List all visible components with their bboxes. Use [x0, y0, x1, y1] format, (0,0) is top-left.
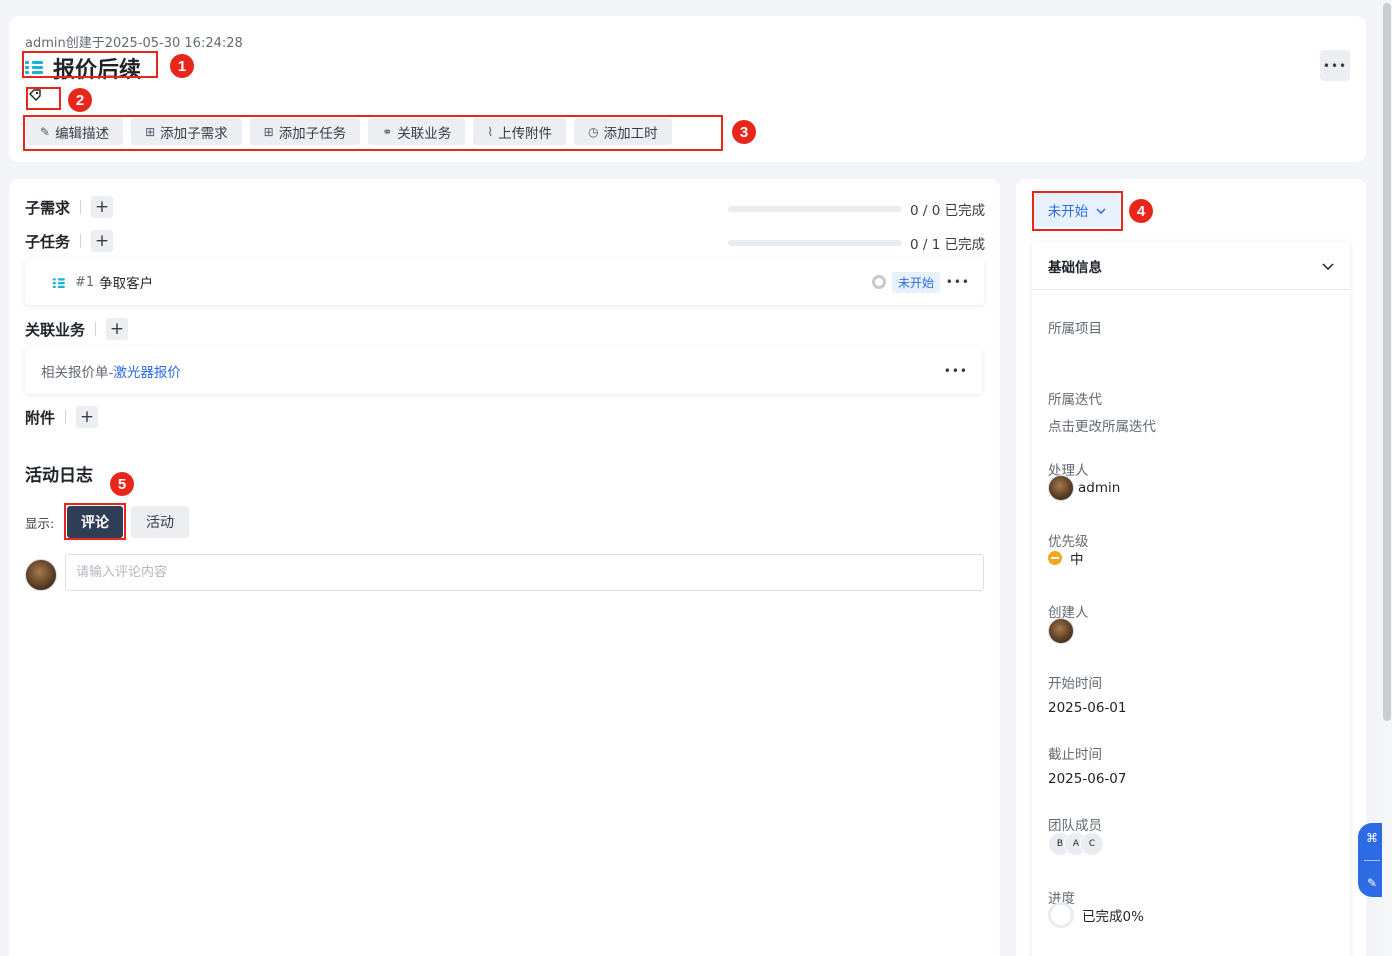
annotation-box-2: [26, 87, 61, 110]
progress-track: [728, 206, 902, 212]
linked-title: 关联业务: [25, 320, 86, 339]
add-attachment-plus[interactable]: +: [76, 406, 99, 428]
linked-link[interactable]: 激光器报价: [113, 361, 181, 381]
progress-text: 0 / 0 已完成: [910, 203, 986, 219]
iteration-label: 所属迭代: [1048, 392, 1102, 408]
created-meta: admin创建于2025-05-30 16:24:28: [25, 36, 243, 51]
avatar: [1048, 618, 1074, 644]
annotation-box-1: [22, 51, 158, 78]
divider: [1364, 859, 1380, 861]
annotation-number-3: 3: [732, 120, 756, 144]
project-label: 所属项目: [1048, 321, 1102, 337]
subtask-row[interactable]: #1 争取客户 未开始 •••: [25, 259, 984, 305]
info-title: 基础信息: [1048, 259, 1102, 276]
add-linked-plus[interactable]: +: [106, 318, 129, 340]
attachment-title: 附件: [25, 408, 56, 427]
linked-prefix: 相关报价单-: [41, 364, 114, 381]
member-avatar: C: [1080, 832, 1104, 856]
page-scrollbar[interactable]: [1382, 0, 1392, 956]
annotation-box-3: [23, 115, 723, 151]
subtask-progress: 0 / 1 已完成: [728, 233, 985, 253]
info-header[interactable]: 基础信息: [1032, 242, 1350, 290]
end-value[interactable]: 2025-06-07: [1048, 771, 1126, 787]
row-more-button[interactable]: •••: [946, 275, 970, 289]
progress-text: 0 / 1 已完成: [910, 237, 986, 253]
subrequirement-progress: 0 / 0 已完成: [728, 199, 985, 219]
creator-label: 创建人: [1048, 605, 1089, 621]
progress-track: [728, 240, 902, 246]
assignee-value[interactable]: admin: [1048, 475, 1120, 501]
team-members[interactable]: B A C: [1048, 832, 1104, 856]
main-card: 子需求 + 0 / 0 已完成 子任务 + 0 / 1 已完成 #1 争取客户 …: [9, 179, 1000, 956]
add-subtask-plus[interactable]: +: [91, 230, 114, 252]
subtask-section: 子任务 +: [25, 230, 114, 252]
start-value[interactable]: 2025-06-01: [1048, 700, 1126, 716]
linked-row: 相关报价单- 激光器报价 •••: [25, 347, 982, 394]
avatar: [1048, 475, 1074, 501]
end-label: 截止时间: [1048, 747, 1102, 763]
filter-label: 显示:: [25, 516, 55, 531]
annotation-number-2: 2: [68, 88, 92, 112]
status-ring-icon: [871, 275, 886, 289]
chevron-down-icon: [1322, 258, 1334, 274]
list-icon: [52, 278, 65, 288]
note-icon[interactable]: ✎: [1367, 876, 1377, 890]
linked-section: 关联业务 +: [25, 318, 129, 340]
side-card: 未开始 基础信息 所属项目 所属迭代 点击更改所属迭代 处理人 admin 优先…: [1016, 179, 1366, 956]
subtask-title: 子任务: [25, 232, 71, 251]
iteration-value[interactable]: 点击更改所属迭代: [1048, 415, 1156, 435]
annotation-box-4: [1032, 191, 1123, 231]
priority-value[interactable]: 中: [1048, 548, 1084, 568]
priority-label: 优先级: [1048, 534, 1089, 550]
network-icon[interactable]: ⌘: [1366, 831, 1378, 845]
progress-ring-icon: [1048, 902, 1074, 928]
row-more-button[interactable]: •••: [944, 364, 968, 378]
priority-medium-icon: [1048, 551, 1062, 565]
start-label: 开始时间: [1048, 676, 1102, 692]
scroll-thumb[interactable]: [1383, 3, 1391, 721]
tab-activity[interactable]: 活动: [131, 506, 189, 538]
more-options-button[interactable]: •••: [1320, 50, 1350, 81]
status-badge: 未开始: [891, 271, 940, 293]
task-id: #1: [75, 274, 95, 290]
team-label: 团队成员: [1048, 818, 1102, 834]
divider: [95, 322, 97, 336]
task-status[interactable]: 未开始: [871, 271, 940, 293]
subrequirement-section: 子需求 +: [25, 196, 114, 218]
divider: [80, 234, 82, 248]
attachment-section: 附件 +: [25, 406, 99, 428]
priority-text: 中: [1070, 552, 1084, 568]
annotation-number-4: 4: [1129, 199, 1153, 223]
progress-value: 已完成0%: [1048, 902, 1144, 928]
info-panel: 基础信息 所属项目 所属迭代 点击更改所属迭代 处理人 admin 优先级 中 …: [1032, 242, 1350, 956]
subrequirement-title: 子需求: [25, 198, 71, 217]
progress-text: 已完成0%: [1082, 909, 1144, 925]
comment-input[interactable]: [65, 554, 984, 591]
divider: [80, 200, 82, 214]
activity-log-title: 活动日志: [25, 466, 93, 486]
task-name[interactable]: 争取客户: [99, 272, 153, 292]
annotation-number-5: 5: [110, 472, 134, 496]
assignee-name: admin: [1078, 480, 1121, 496]
divider: [65, 410, 67, 424]
avatar: [25, 559, 57, 591]
annotation-box-5: [64, 503, 126, 540]
annotation-number-1: 1: [170, 54, 194, 78]
add-subrequirement-plus[interactable]: +: [91, 196, 114, 218]
